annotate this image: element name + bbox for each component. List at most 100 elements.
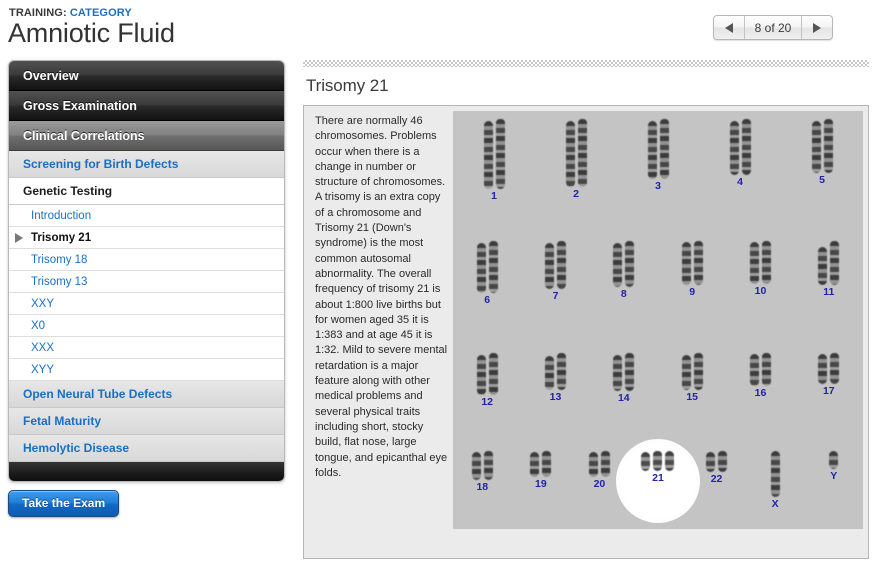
chromosome xyxy=(488,353,498,395)
sidebar-item-xxy[interactable]: XXY xyxy=(9,293,284,315)
chromosome-label-15: 15 xyxy=(686,391,698,403)
chromosome-pair xyxy=(726,241,794,284)
chromosome-label-22: 22 xyxy=(710,473,723,485)
next-page-button[interactable] xyxy=(801,16,832,39)
chromosome xyxy=(823,119,833,173)
chromosome-group-12: 12 xyxy=(453,353,521,408)
chromosome-group-10: 10 xyxy=(726,241,794,297)
chromosome-pair xyxy=(521,241,589,289)
chromosome-pair xyxy=(781,119,863,173)
chromosome xyxy=(729,121,739,175)
chromosome xyxy=(476,355,486,395)
sidebar-item-xxx[interactable]: XXX xyxy=(9,337,284,359)
sidebar-section-label: Genetic Testing xyxy=(23,184,113,198)
chromosome-pair xyxy=(795,353,863,384)
chromosome-pair xyxy=(746,451,805,497)
chromosome-pair xyxy=(658,241,726,285)
chromosome-label-3: 3 xyxy=(655,180,661,192)
chromosome-pair xyxy=(804,451,863,469)
chromosome xyxy=(641,452,651,471)
chromosome-group-16: 16 xyxy=(726,353,794,399)
sidebar-item-trisomy-13[interactable]: Trisomy 13 xyxy=(9,271,284,293)
chromosome xyxy=(770,451,780,497)
chromosome-group-9: 9 xyxy=(658,241,726,298)
sidebar-item-gross-examination[interactable]: Gross Examination xyxy=(9,91,284,121)
chromosome-label-18: 18 xyxy=(476,481,489,493)
chromosome-label-17: 17 xyxy=(822,385,835,397)
sidebar-subitem-label: Introduction xyxy=(31,209,92,222)
sidebar-item-label: Clinical Correlations xyxy=(23,128,145,143)
sidebar-item-xyy[interactable]: XYY xyxy=(9,359,284,381)
take-the-exam-button[interactable]: Take the Exam xyxy=(8,490,120,517)
chromosome-label-19: 19 xyxy=(535,478,547,490)
chromosome xyxy=(681,242,691,285)
chromosome xyxy=(483,451,493,480)
sidebar-navigation: Overview Gross Examination Clinical Corr… xyxy=(8,60,285,482)
sidebar-section-genetic-testing[interactable]: Genetic Testing xyxy=(9,178,284,205)
previous-page-button[interactable] xyxy=(714,16,745,39)
chromosome-group-X: X xyxy=(746,451,805,510)
chromosome xyxy=(613,355,623,391)
chromosome-pair xyxy=(453,353,521,395)
chromosome-label-5: 5 xyxy=(819,174,825,186)
chromosome xyxy=(761,241,771,284)
sidebar-item-label: Gross Examination xyxy=(23,98,137,113)
sidebar-subitem-label: X0 xyxy=(31,319,46,332)
chromosome xyxy=(681,355,691,390)
chromosome-group-Y: Y xyxy=(804,451,863,482)
page-title: Amniotic Fluid xyxy=(8,18,175,48)
triangle-right-icon xyxy=(813,22,821,33)
sidebar-item-x0[interactable]: X0 xyxy=(9,315,284,337)
chromosome-pair xyxy=(521,353,589,390)
chromosome-label-21: 21 xyxy=(652,472,664,484)
sidebar-subitem-label: Trisomy 21 xyxy=(31,231,92,244)
triangle-right-pointer-icon xyxy=(15,232,23,243)
sidebar-item-clinical-correlations[interactable]: Clinical Correlations xyxy=(9,121,284,151)
chromosome xyxy=(565,121,575,187)
sidebar-subitem-label: Trisomy 18 xyxy=(31,253,88,266)
sidebar-item-trisomy-18[interactable]: Trisomy 18 xyxy=(9,249,284,271)
chromosome-group-17: 17 xyxy=(795,353,863,397)
chromosome xyxy=(665,451,675,471)
chromosome-group-1: 1 xyxy=(453,119,535,202)
chromosome-group-21: 21 xyxy=(629,451,688,484)
sidebar-subitem-label: XYY xyxy=(31,363,55,376)
sidebar-item-overview[interactable]: Overview xyxy=(9,61,284,91)
chromosome xyxy=(718,451,728,472)
chromosome-pair xyxy=(512,451,571,477)
chromosome xyxy=(530,452,540,477)
chromosome-label-8: 8 xyxy=(620,288,627,300)
chromosome xyxy=(818,354,828,384)
chromosome xyxy=(600,451,610,477)
chromosome xyxy=(495,119,505,189)
sidebar-item-label: Overview xyxy=(23,68,79,83)
chromosome-label-X: X xyxy=(771,498,779,510)
sidebar-item-introduction[interactable]: Introduction xyxy=(9,205,284,227)
body-text: There are normally 46 chromosomes. Probl… xyxy=(315,115,448,479)
chromosome xyxy=(761,353,771,386)
chromosome-label-7: 7 xyxy=(552,290,559,302)
chromosome xyxy=(556,353,566,390)
chromosome-group-18: 18 xyxy=(453,451,512,493)
sidebar-item-trisomy-21[interactable]: Trisomy 21 xyxy=(9,227,284,249)
chromosome xyxy=(483,121,493,189)
chromosome-group-13: 13 xyxy=(521,353,589,403)
hatched-divider xyxy=(303,60,869,67)
chromosome-pair xyxy=(687,451,746,472)
content-panel: There are normally 46 chromosomes. Probl… xyxy=(303,105,869,559)
content-title: Trisomy 21 xyxy=(306,76,389,95)
chromosome xyxy=(476,243,486,293)
chromosome-pair xyxy=(590,353,658,391)
sidebar-section-hemolytic-disease[interactable]: Hemolytic Disease xyxy=(9,435,284,462)
page-indicator-label: 8 of 20 xyxy=(754,20,792,35)
chromosome-label-Y: Y xyxy=(830,470,838,482)
sidebar-section-open-neural-tube-defects[interactable]: Open Neural Tube Defects xyxy=(9,381,284,408)
sidebar-section-fetal-maturity[interactable]: Fetal Maturity xyxy=(9,408,284,435)
chromosome xyxy=(542,451,552,477)
chromosome xyxy=(625,353,635,391)
chromosome xyxy=(829,451,839,469)
chromosome xyxy=(749,242,759,284)
sidebar-section-screening-for-birth-defects[interactable]: Screening for Birth Defects xyxy=(9,151,284,178)
chromosome-label-13: 13 xyxy=(549,391,562,403)
chromosome xyxy=(830,241,840,285)
